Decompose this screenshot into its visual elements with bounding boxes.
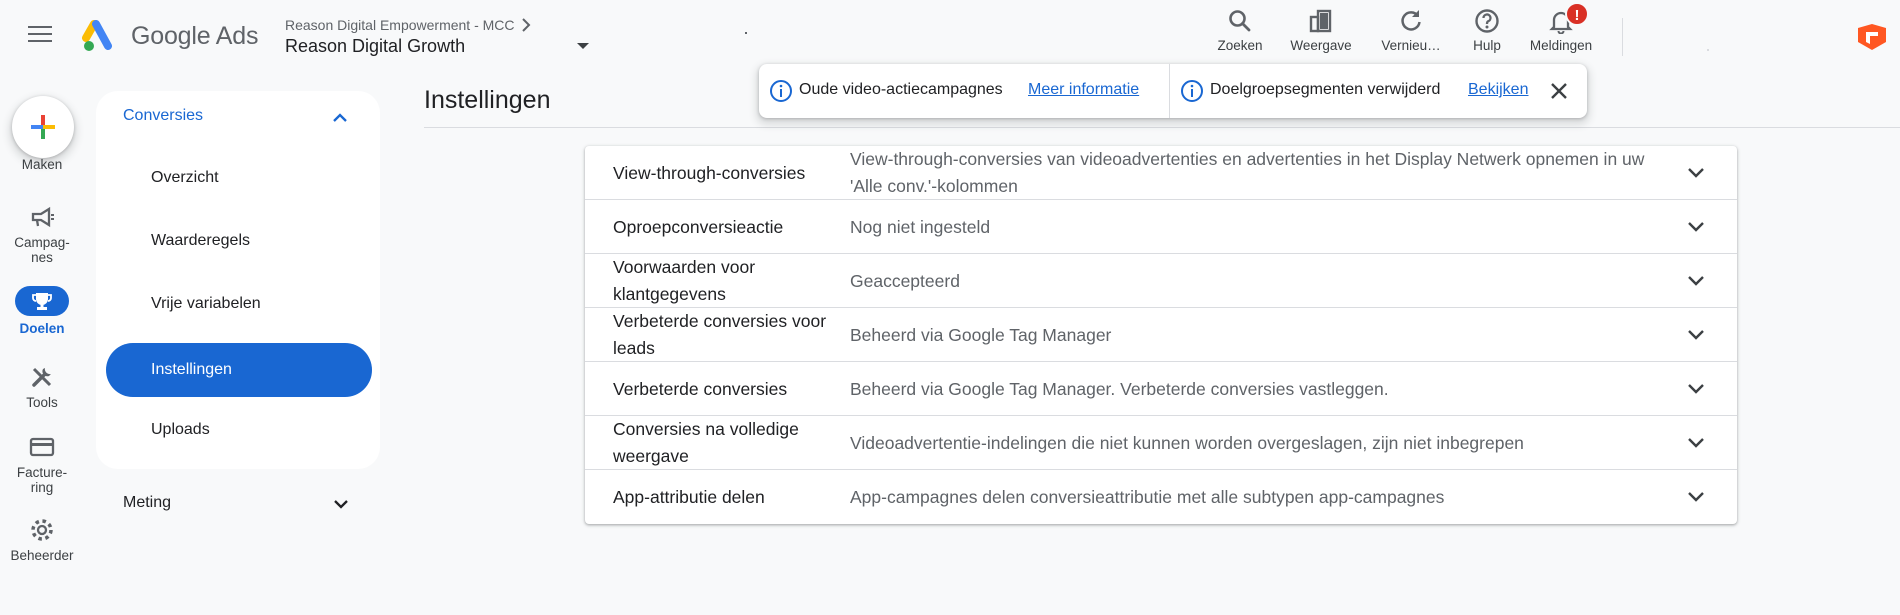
rail-tools-label: Tools bbox=[26, 395, 58, 410]
settings-row[interactable]: Oproepconversieactie Nog niet ingesteld bbox=[585, 200, 1737, 254]
setting-value: Geaccepteerd bbox=[850, 270, 960, 291]
settings-list: View-through-conversies View-through-con… bbox=[585, 146, 1737, 524]
setting-name: Conversies na volledige weergave bbox=[613, 419, 799, 466]
help-icon bbox=[1475, 9, 1499, 33]
chevron-down-icon bbox=[1688, 492, 1704, 502]
notification-separator bbox=[1169, 64, 1170, 118]
plus-icon bbox=[31, 115, 55, 139]
help-button[interactable]: Hulp bbox=[1447, 6, 1527, 58]
chevron-down-icon bbox=[1688, 168, 1704, 178]
setting-value: View-through-conversies van videoadverte… bbox=[850, 149, 1645, 196]
brand-name: Google Ads bbox=[131, 22, 259, 50]
settings-row[interactable]: Voorwaarden voor klantgegevens Geaccepte… bbox=[585, 254, 1737, 308]
rail-goals-label: Doelen bbox=[19, 321, 65, 336]
notifications-button-label: Meldingen bbox=[1529, 38, 1593, 53]
subnav-item-settings[interactable]: Instellingen bbox=[106, 343, 372, 397]
account-dropdown-icon[interactable] bbox=[576, 41, 590, 51]
appearance-button-label: Weergave bbox=[1290, 38, 1352, 53]
search-button[interactable]: Zoeken bbox=[1200, 6, 1280, 58]
setting-value: Videoadvertentie-indelingen die niet kun… bbox=[850, 432, 1524, 453]
rail-create-label: Maken bbox=[21, 157, 63, 172]
goals-active-pill bbox=[15, 286, 69, 316]
account-name[interactable]: Reason Digital Growth bbox=[285, 36, 465, 57]
chevron-down-icon bbox=[1688, 330, 1704, 340]
account-parent-breadcrumb[interactable]: Reason Digital Empowerment - MCC bbox=[285, 17, 515, 33]
rail-billing-label: Facture- ring bbox=[16, 465, 68, 495]
account-avatar-icon[interactable] bbox=[1856, 20, 1888, 54]
learn-more-link[interactable]: Meer informatie bbox=[1028, 81, 1139, 99]
chevron-down-icon bbox=[1688, 276, 1704, 286]
megaphone-icon bbox=[31, 206, 54, 228]
rail-item-admin[interactable]: Beheerder bbox=[0, 517, 84, 563]
rail-item-goals[interactable]: Doelen bbox=[0, 286, 84, 336]
divider-dot bbox=[1707, 49, 1709, 51]
setting-name: Verbeterde conversies bbox=[613, 378, 788, 399]
rail-item-billing[interactable]: Facture- ring bbox=[0, 434, 84, 495]
refresh-button[interactable]: Vernieu… bbox=[1371, 6, 1451, 58]
rail-create-label-wrap[interactable]: Maken bbox=[0, 157, 84, 172]
info-icon bbox=[770, 80, 792, 102]
chevron-right-icon bbox=[522, 18, 531, 32]
create-button[interactable] bbox=[12, 96, 74, 158]
divider-dot bbox=[745, 32, 747, 34]
google-ads-logo-icon[interactable] bbox=[82, 20, 118, 52]
notifications-button[interactable]: ! Meldingen bbox=[1521, 2, 1601, 58]
top-header: Google Ads Reason Digital Empowerment - … bbox=[0, 0, 1900, 72]
refresh-button-label: Vernieu… bbox=[1381, 38, 1441, 53]
rail-item-tools[interactable]: Tools bbox=[0, 364, 84, 410]
view-link[interactable]: Bekijken bbox=[1468, 81, 1528, 99]
help-button-label: Hulp bbox=[1473, 38, 1501, 53]
setting-name: Voorwaarden voor klantgegevens bbox=[613, 257, 756, 304]
setting-value: Beheerd via Google Tag Manager bbox=[850, 324, 1112, 345]
notifications-badge: ! bbox=[1565, 2, 1589, 26]
chevron-down-icon bbox=[1688, 438, 1704, 448]
page-title: Instellingen bbox=[424, 86, 551, 114]
conversions-subnav: Conversies Overzicht Waarderegels Vrije … bbox=[96, 91, 380, 469]
subnav-item-value-rules[interactable]: Waarderegels bbox=[106, 214, 372, 268]
refresh-icon bbox=[1401, 10, 1421, 31]
settings-row[interactable]: App-attributie delen App-campagnes delen… bbox=[585, 470, 1737, 524]
setting-name: View-through-conversies bbox=[613, 162, 806, 183]
appearance-button[interactable]: Weergave bbox=[1281, 6, 1361, 58]
notification-text: Oude video-actiecampagnes bbox=[799, 81, 1003, 98]
settings-row[interactable]: View-through-conversies View-through-con… bbox=[585, 146, 1737, 200]
chevron-down-icon bbox=[1688, 384, 1704, 394]
chevron-down-icon[interactable] bbox=[333, 499, 349, 509]
info-icon bbox=[1181, 80, 1203, 102]
tools-icon bbox=[32, 367, 52, 387]
setting-name: Oproepconversieactie bbox=[613, 216, 784, 237]
credit-card-icon bbox=[29, 437, 55, 457]
rail-item-campaigns[interactable]: Campag- nes bbox=[0, 204, 84, 265]
setting-name: Verbeterde conversies voor leads bbox=[613, 311, 827, 358]
close-icon[interactable] bbox=[1550, 82, 1568, 100]
setting-name: App-attributie delen bbox=[613, 486, 765, 507]
settings-row[interactable]: Verbeterde conversies Beheerd via Google… bbox=[585, 362, 1737, 416]
chevron-up-icon[interactable] bbox=[332, 113, 348, 123]
title-divider bbox=[424, 127, 1900, 128]
subnav-section-measurement[interactable]: Meting bbox=[123, 494, 171, 512]
settings-row[interactable]: Verbeterde conversies voor leads Beheerd… bbox=[585, 308, 1737, 362]
rail-admin-label: Beheerder bbox=[10, 548, 74, 563]
rail-campaigns-label: Campag- nes bbox=[14, 235, 70, 265]
notification-bar: Oude video-actiecampagnes Meer informati… bbox=[759, 64, 1587, 118]
subnav-item-uploads[interactable]: Uploads bbox=[106, 403, 372, 457]
setting-value: Beheerd via Google Tag Manager. Verbeter… bbox=[850, 378, 1389, 399]
notification-text: Doelgroepsegmenten verwijderd bbox=[1210, 81, 1441, 98]
chevron-down-icon bbox=[1688, 222, 1704, 232]
header-divider bbox=[1622, 18, 1623, 56]
gear-icon bbox=[31, 519, 53, 541]
setting-value: App-campagnes delen conversieattributie … bbox=[850, 486, 1445, 507]
search-icon bbox=[1229, 10, 1251, 32]
settings-row[interactable]: Conversies na volledige weergave Videoad… bbox=[585, 416, 1737, 470]
subnav-section-conversions[interactable]: Conversies bbox=[123, 107, 203, 125]
search-button-label: Zoeken bbox=[1217, 38, 1263, 53]
appearance-icon bbox=[1309, 9, 1332, 33]
trophy-icon bbox=[32, 293, 52, 310]
subnav-item-custom-variables[interactable]: Vrije variabelen bbox=[106, 277, 372, 331]
subnav-item-overview[interactable]: Overzicht bbox=[106, 151, 372, 205]
setting-value: Nog niet ingesteld bbox=[850, 216, 991, 237]
main-menu-icon[interactable] bbox=[28, 26, 52, 44]
